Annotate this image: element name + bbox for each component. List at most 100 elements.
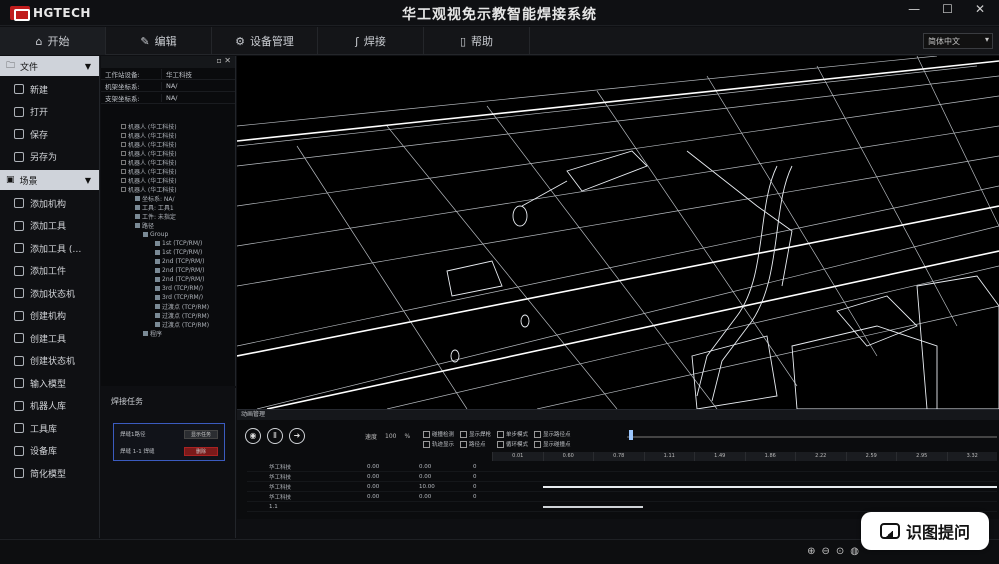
tree-node[interactable]: 过渡点 (TCP/RM): [101, 311, 235, 320]
minimize-button[interactable]: —: [908, 2, 920, 16]
view-options-icon[interactable]: ◍: [850, 546, 859, 557]
sidebar-item-robot-library[interactable]: 机器人库: [0, 395, 99, 418]
tree-node-label: 机器人 (华工科技): [128, 124, 177, 131]
option-checkbox[interactable]: 显示焊枪: [460, 430, 491, 438]
simplify-icon: [14, 468, 24, 479]
option-checkbox[interactable]: 显示路径点: [534, 430, 571, 438]
sidebar-item-add-mechanism[interactable]: 添加机构: [0, 192, 99, 215]
tree-node[interactable]: 3rd (TCP/RM/): [101, 293, 235, 302]
sidebar-item-add-state-machine[interactable]: 添加状态机: [0, 282, 99, 305]
close-button[interactable]: ✕: [975, 2, 985, 16]
property-value[interactable]: NA/: [161, 81, 235, 90]
tree-node[interactable]: 路径: [101, 221, 235, 230]
sidebar-item-create-state-machine[interactable]: 创建状态机: [0, 350, 99, 373]
track-bar[interactable]: [543, 485, 997, 488]
tab-device-management[interactable]: ⚙ 设备管理: [212, 27, 318, 55]
tab-start[interactable]: ⌂ 开始: [0, 27, 106, 55]
tab-weld[interactable]: ʃ 焊接: [318, 27, 424, 55]
track-cell: 0.00: [367, 473, 380, 480]
tree-node[interactable]: 2nd (TCP/RM/): [101, 275, 235, 284]
zoom-out-icon[interactable]: ⊖: [821, 546, 829, 557]
sidebar-item-add-tool[interactable]: 添加工具: [0, 215, 99, 238]
pause-button[interactable]: Ⅱ: [267, 428, 283, 444]
option-checkbox[interactable]: 循环模式: [497, 440, 528, 448]
language-select[interactable]: 简体中文: [923, 33, 993, 49]
option-checkbox[interactable]: 显示碰撞点: [534, 440, 571, 448]
animation-panel: 动画管理 ◉ Ⅱ ➜ 速度 100 % 碰撞检测 显示焊枪 单步模式 显示路径点…: [237, 409, 999, 519]
playback-controls: ◉ Ⅱ ➜: [245, 428, 305, 444]
speed-value[interactable]: 100: [385, 433, 396, 440]
tree-node[interactable]: 机器人 (华工科技): [101, 158, 235, 167]
3d-viewport[interactable]: [237, 56, 999, 409]
tree-node[interactable]: 机器人 (华工科技): [101, 140, 235, 149]
option-checkbox[interactable]: 碰撞检测: [423, 430, 454, 438]
sidebar-item-add-workpiece[interactable]: 添加工件: [0, 260, 99, 283]
option-checkbox[interactable]: 路径点: [460, 440, 491, 448]
sidebar-item-label: 新建: [30, 85, 49, 96]
sidebar-group-file[interactable]: 🗀 文件 ▼: [0, 56, 99, 76]
sidebar-item-open[interactable]: 打开: [0, 101, 99, 124]
option-checkbox[interactable]: 轨迹显示: [423, 440, 454, 448]
panel-close-icon[interactable]: ▫ ✕: [216, 56, 231, 65]
tab-edit[interactable]: ✎ 编辑: [106, 27, 212, 55]
tree-node[interactable]: 机器人 (华工科技): [101, 167, 235, 176]
tree-node[interactable]: 坐标系: NA/: [101, 194, 235, 203]
delete-task-button[interactable]: 删除: [184, 446, 218, 456]
sidebar-item-device-library[interactable]: 设备库: [0, 440, 99, 463]
stop-button[interactable]: ◉: [245, 428, 261, 444]
zoom-in-icon[interactable]: ⊕: [807, 546, 815, 557]
tree-node[interactable]: 过渡点 (TCP/RM): [101, 302, 235, 311]
maximize-button[interactable]: ☐: [942, 2, 953, 16]
node-icon: [155, 286, 160, 291]
forward-button[interactable]: ➜: [289, 428, 305, 444]
sidebar-item-tool-library[interactable]: 工具库: [0, 417, 99, 440]
timeline-slider-knob[interactable]: [629, 430, 633, 440]
tree-node[interactable]: 过渡点 (TCP/RM): [101, 320, 235, 329]
sidebar-item-save[interactable]: 保存: [0, 123, 99, 146]
tree-node[interactable]: 机器人 (华工科技): [101, 185, 235, 194]
tree-node-label: 坐标系: NA/: [142, 196, 175, 203]
tree-node[interactable]: 工具: 工具1: [101, 203, 235, 212]
sidebar-item-simplify-model[interactable]: 简化模型: [0, 462, 99, 485]
sidebar-group-scene[interactable]: ▣ 场景 ▼: [0, 170, 99, 190]
tree-node[interactable]: Group: [101, 230, 235, 239]
tree-node[interactable]: 机器人 (华工科技): [101, 149, 235, 158]
tree-node[interactable]: 3rd (TCP/RM/): [101, 284, 235, 293]
track-row[interactable]: 华工科技 0.00 0.00 0: [247, 472, 997, 482]
track-row[interactable]: 1.1: [247, 502, 997, 512]
tree-node[interactable]: 2nd (TCP/RM/): [101, 266, 235, 275]
timeline-ruler: 0.01 0.60 0.78 1.11 1.49 1.86 2.22 2.59 2.95 3.32: [492, 452, 997, 461]
tree-node[interactable]: 机器人 (华工科技): [101, 131, 235, 140]
property-value[interactable]: NA/: [161, 93, 235, 102]
tree-node[interactable]: 2nd (TCP/RM/): [101, 257, 235, 266]
sidebar-item-import-model[interactable]: 输入模型: [0, 372, 99, 395]
track-bar[interactable]: [543, 496, 997, 498]
zoom-fit-icon[interactable]: ⊙: [836, 546, 844, 557]
timeline-slider[interactable]: [627, 436, 997, 438]
track-cell: 10.00: [419, 483, 435, 490]
track-row[interactable]: 华工科技 0.00 10.00 0: [247, 482, 997, 492]
track-cell: 0.00: [367, 483, 380, 490]
tree-node-label: 过渡点 (TCP/RM): [162, 322, 210, 329]
show-task-button[interactable]: 显示任务: [184, 429, 218, 439]
track-bar[interactable]: [543, 505, 997, 508]
weld-task-box[interactable]: 焊缝1路径 显示任务 焊缝 1-1 焊缝 删除: [113, 423, 225, 461]
sidebar-item-create-mechanism[interactable]: 创建机构: [0, 305, 99, 328]
tab-help[interactable]: ▯ 帮助: [424, 27, 530, 55]
track-bar[interactable]: [543, 466, 997, 468]
tree-node[interactable]: 1st (TCP/RM/): [101, 239, 235, 248]
tree-node[interactable]: 机器人 (华工科技): [101, 176, 235, 185]
sidebar-item-save-as[interactable]: 另存为: [0, 146, 99, 169]
track-row[interactable]: 华工科技 0.00 0.00 0: [247, 492, 997, 502]
property-value[interactable]: 华工科技: [161, 68, 235, 79]
tree-node[interactable]: 工件: 未指定: [101, 212, 235, 221]
tree-node[interactable]: 1st (TCP/RM/): [101, 248, 235, 257]
option-checkbox[interactable]: 单步模式: [497, 430, 528, 438]
tree-node[interactable]: 程序: [101, 329, 235, 338]
tree-node[interactable]: 机器人 (华工科技): [101, 122, 235, 131]
sidebar-item-add-tool-2[interactable]: 添加工具 (…: [0, 237, 99, 260]
sidebar-item-create-tool[interactable]: 创建工具: [0, 327, 99, 350]
track-bar[interactable]: [543, 476, 997, 478]
sidebar-item-new[interactable]: 新建: [0, 78, 99, 101]
track-row[interactable]: 华工科技 0.00 0.00 0: [247, 462, 997, 472]
